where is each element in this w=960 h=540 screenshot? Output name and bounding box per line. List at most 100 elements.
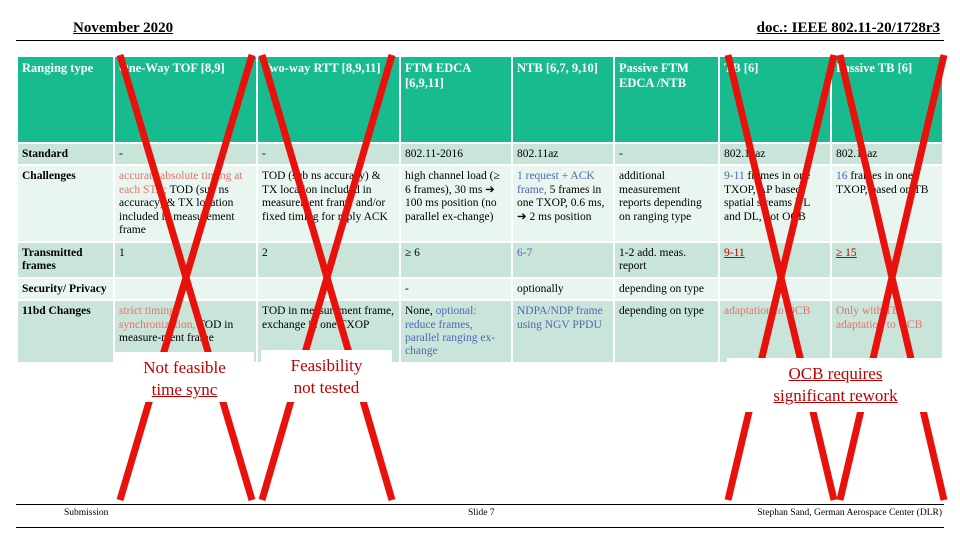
cell-text: - [619, 148, 623, 160]
callout-line-2: time sync [151, 379, 218, 399]
slide-header: November 2020 doc.: IEEE 802.11-20/1728r… [16, 6, 944, 41]
cell-r4-c2: None, optional: reduce frames, parallel … [401, 301, 511, 362]
cell-text: ≥ 6 [405, 246, 420, 259]
cell-blue-text: 9-11 [724, 170, 745, 183]
cell-r2-c4: 1-2 add. meas. report [615, 242, 718, 277]
column-header-7: Passive TB [6] [832, 57, 942, 142]
column-header-2: Two-way RTT [8,9,11] [258, 57, 399, 142]
footer-author: Stephan Sand, German Aerospace Center (D… [757, 508, 942, 518]
cell-text: 802.11az [724, 148, 766, 160]
slide-canvas: November 2020 doc.: IEEE 802.11-20/1728r… [0, 0, 960, 540]
cell-text: 2 [262, 246, 268, 259]
cell-r4-c5: adaptation to OCB [720, 301, 830, 362]
column-header-3: FTM EDCA [6,9,11] [401, 57, 511, 142]
cell-r3-c6 [832, 278, 942, 300]
cell-text: - [262, 148, 266, 160]
comparison-table-wrapper: Ranging type One-Way TOF [8,9] Two-way RTT… [16, 55, 944, 364]
cell-r1-c4: additional measurement reports depending… [615, 166, 718, 241]
callout-line-1: OCB requires [788, 364, 883, 383]
callout-not-feasible-time-sync: Not feasible time sync [115, 352, 254, 402]
column-header-1: One-Way TOF [8,9] [115, 57, 256, 142]
cell-r1-c6: 16 frames in one TXOP, based on TB [832, 166, 942, 241]
cell-blue-text: NDPA/NDP frame using NGV PPDU [517, 305, 603, 331]
row-label-3: Security/ Privacy [18, 278, 113, 300]
cell-r3-c1 [258, 278, 399, 300]
callout-line-1: Feasibility [290, 356, 363, 375]
cell-r3-c2: - [401, 278, 511, 300]
cell-blue-text: 16 [836, 170, 848, 183]
cell-text: - [405, 282, 409, 295]
callout-line-2: significant rework [773, 385, 898, 405]
cell-r1-c2: high channel load (≥ 6 frames), 30 ms ➔ … [401, 166, 511, 241]
cell-text: - [119, 148, 123, 160]
cell-r2-c3: 6-7 [513, 242, 613, 277]
ranging-comparison-table: Ranging type One-Way TOF [8,9] Two-way RTT… [16, 55, 944, 364]
cell-r0-c5: 802.11az [720, 144, 830, 165]
cell-text: TOD in measurement frame, exchange in on… [262, 305, 394, 331]
table-row: Transmitted frames 1 2 ≥ 6 6-7 1-2 add. meas.… [18, 242, 942, 277]
cell-red-text: strict timing synchronization, [119, 305, 196, 331]
cell-r2-c0: 1 [115, 242, 256, 277]
cell-red-text: Only with TB, adaptation to OCB [836, 305, 923, 331]
cell-text: high channel load (≥ 6 frames), 30 ms ➔ … [405, 170, 500, 223]
cell-text: frames in one TXOP, based on TB [836, 170, 929, 196]
table-body: Ranging type One-Way TOF [8,9] Two-way RTT… [18, 57, 942, 362]
table-header-row: Ranging type One-Way TOF [8,9] Two-way RTT… [18, 57, 942, 142]
callout-ocb-requires-rework: OCB requires significant rework [727, 358, 944, 412]
slide-footer: Submission Slide 7 Stephan Sand, German … [16, 504, 944, 528]
cell-blue-text: 6-7 [517, 246, 533, 259]
cell-text: 802.11az [836, 148, 878, 160]
cell-text: 802.11az [517, 148, 559, 160]
cell-r4-c6: Only with TB, adaptation to OCB [832, 301, 942, 362]
cell-r1-c3: 1 request + ACK frame, 5 frames in one T… [513, 166, 613, 241]
header-doc-id: doc.: IEEE 802.11-20/1728r3 [756, 20, 940, 36]
column-header-4: NTB [6,7, 9,10] [513, 57, 613, 142]
cell-r1-c5: 9-11 frames in one TXOP, AP based, spati… [720, 166, 830, 241]
column-header-6: TB [6] [720, 57, 830, 142]
cell-r1-c1: TOD (sub ns accuracy) & TX location incl… [258, 166, 399, 241]
cell-highlight-text: 9-11 [724, 246, 745, 259]
cell-r4-c4: depending on type [615, 301, 718, 362]
cell-r1-c0: accurate absolute timing at each STA; TO… [115, 166, 256, 241]
header-date: November 2020 [73, 20, 174, 36]
cell-text: 802.11-2016 [405, 148, 464, 160]
cell-text: additional measurement reports depending… [619, 170, 702, 223]
cell-r3-c4: depending on type [615, 278, 718, 300]
column-header-5: Passive FTM EDCA /NTB [615, 57, 718, 142]
table-row: Challenges accurate absolute timing at ea… [18, 166, 942, 241]
footer-slide-number: Slide 7 [468, 508, 495, 518]
table-row: Standard - -802.11-2016 802.11az -802.11az 80… [18, 144, 942, 165]
row-label-0: Standard [18, 144, 113, 165]
cell-text: depending on type [619, 282, 704, 295]
cell-r0-c1: - [258, 144, 399, 165]
table-row: Security/ Privacy - optionally depending on… [18, 278, 942, 300]
row-label-4: 11bd Changes [18, 301, 113, 362]
cell-r2-c2: ≥ 6 [401, 242, 511, 277]
cell-red-text: adaptation to OCB [724, 305, 811, 318]
row-label-1: Challenges [18, 166, 113, 241]
cell-r2-c1: 2 [258, 242, 399, 277]
cell-r0-c0: - [115, 144, 256, 165]
cell-text: optionally [517, 282, 564, 295]
cell-r0-c2: 802.11-2016 [401, 144, 511, 165]
cell-text: TOD (sub ns accuracy) & TX location incl… [262, 170, 388, 223]
cell-r0-c6: 802.11az [832, 144, 942, 165]
cell-r2-c5: 9-11 [720, 242, 830, 277]
row-label-2: Transmitted frames [18, 242, 113, 277]
callout-line-1: Not feasible [143, 358, 226, 377]
cell-text: None, [405, 305, 436, 318]
cell-highlight-text: ≥ 15 [836, 246, 857, 259]
callout-feasibility-not-tested: Feasibility not tested [261, 350, 392, 402]
cell-r0-c3: 802.11az [513, 144, 613, 165]
cell-text: 1-2 add. meas. report [619, 246, 687, 273]
cell-r3-c5 [720, 278, 830, 300]
cell-r2-c6: ≥ 15 [832, 242, 942, 277]
cell-r3-c3: optionally [513, 278, 613, 300]
cell-text: depending on type [619, 305, 704, 318]
cell-r3-c0 [115, 278, 256, 300]
cell-text: 1 [119, 246, 125, 259]
footer-submission: Submission [64, 508, 109, 518]
callout-line-2: not tested [293, 377, 360, 397]
cell-r0-c4: - [615, 144, 718, 165]
cell-r4-c3: NDPA/NDP frame using NGV PPDU [513, 301, 613, 362]
